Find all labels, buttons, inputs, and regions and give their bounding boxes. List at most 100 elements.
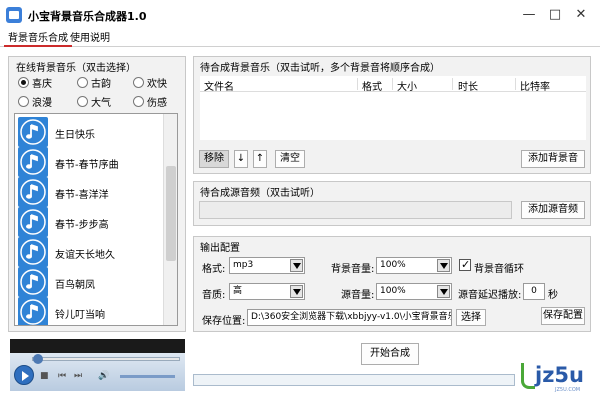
list-item[interactable]: 铃儿叮当响 xyxy=(15,294,163,325)
chevron-down-icon[interactable] xyxy=(437,285,450,298)
player-controls: ■ ⏮ ⏭ 🔊 xyxy=(10,353,185,391)
music-note-icon xyxy=(18,207,48,237)
bg-volume-value: 100% xyxy=(380,260,406,270)
quality-value: 高 xyxy=(233,286,243,296)
category-radio-guyun[interactable]: 古韵 xyxy=(77,75,111,90)
music-note-icon xyxy=(18,267,48,297)
category-radio-shanggan[interactable]: 伤感 xyxy=(133,94,167,109)
radio-circle xyxy=(77,95,88,107)
chevron-down-icon[interactable] xyxy=(437,259,450,272)
song-list-scrollbar[interactable] xyxy=(163,114,177,325)
add-source-audio-button[interactable]: 添加源音频 xyxy=(521,201,585,219)
radio-circle xyxy=(77,76,88,88)
src-volume-value: 100% xyxy=(380,286,406,296)
chevron-down-icon[interactable] xyxy=(290,259,303,272)
volume-icon[interactable]: 🔊 xyxy=(98,370,109,382)
save-config-button[interactable]: 保存配置 xyxy=(541,307,585,325)
scroll-thumb[interactable] xyxy=(166,166,176,261)
bg-music-title: 待合成背景音乐（双击试听，多个背景音将顺序合成） xyxy=(200,63,440,74)
src-volume-select[interactable]: 100% xyxy=(376,283,452,300)
progress-bar xyxy=(193,374,515,386)
col-duration: 时长 xyxy=(458,82,478,93)
window-title: 小宝背景音乐合成器1.0 xyxy=(28,10,147,23)
col-separator xyxy=(452,78,453,90)
source-audio-field[interactable] xyxy=(199,201,512,219)
bg-music-table[interactable] xyxy=(200,92,586,140)
title-bar: 小宝背景音乐合成器1.0 — □ ✕ xyxy=(0,0,600,30)
song-list[interactable]: 生日快乐 春节-春节序曲 春节-喜洋洋 春节-步步高 友谊天长地久 百鸟朝凤 铃… xyxy=(14,113,178,326)
radio-circle xyxy=(18,95,29,107)
maximize-button[interactable]: □ xyxy=(544,4,566,26)
category-radio-huankuai[interactable]: 欢快 xyxy=(133,75,167,90)
move-up-button[interactable]: ↑ xyxy=(253,150,267,168)
col-filename: 文件名 xyxy=(204,82,234,93)
radio-label: 欢快 xyxy=(147,78,167,90)
format-label: 格式: xyxy=(202,264,226,275)
src-volume-label: 源音量: xyxy=(341,290,375,301)
col-separator xyxy=(357,78,358,90)
seek-knob[interactable] xyxy=(33,354,43,364)
radio-label: 古韵 xyxy=(91,78,111,90)
chevron-down-icon[interactable] xyxy=(290,285,303,298)
format-value: mp3 xyxy=(233,260,254,270)
col-separator xyxy=(515,78,516,90)
next-icon[interactable]: ⏭ xyxy=(74,370,82,382)
category-radio-daqi[interactable]: 大气 xyxy=(77,94,111,109)
tab-bg-music-merge[interactable]: 背景音乐合成 xyxy=(4,32,72,47)
bg-volume-label: 背景音量: xyxy=(331,264,375,275)
source-audio-title: 待合成源音频（双击试听） xyxy=(200,188,320,199)
remove-button[interactable]: 移除 xyxy=(199,150,229,168)
loop-checkbox[interactable] xyxy=(459,258,471,271)
logo-subtext: JZ5U.COM xyxy=(555,387,581,393)
radio-circle xyxy=(133,95,144,107)
delay-unit: 秒 xyxy=(548,290,558,301)
music-note-icon xyxy=(18,237,48,267)
music-note-icon xyxy=(18,147,48,177)
radio-label: 喜庆 xyxy=(32,78,52,90)
tab-bar: 背景音乐合成 使用说明 xyxy=(0,30,600,47)
music-note-icon xyxy=(18,177,48,207)
song-name: 铃儿叮当响 xyxy=(55,310,105,321)
format-select[interactable]: mp3 xyxy=(229,257,305,274)
col-format: 格式 xyxy=(362,82,382,93)
volume-slider[interactable] xyxy=(120,375,175,378)
category-radio-langman[interactable]: 浪漫 xyxy=(18,94,52,109)
choose-button[interactable]: 选择 xyxy=(456,309,486,326)
add-bg-music-button[interactable]: 添加背景音 xyxy=(521,150,585,168)
quality-select[interactable]: 高 xyxy=(229,283,305,300)
site-logo: jz5u JZ5U.COM xyxy=(517,360,597,395)
save-location-field[interactable]: D:\360安全浏览器下载\xbbjyy-v1.0\小宝背景音乐 xyxy=(247,309,452,326)
col-size: 大小 xyxy=(397,82,417,93)
song-name: 春节-春节序曲 xyxy=(55,160,119,171)
close-button[interactable]: ✕ xyxy=(570,4,592,26)
seek-bar[interactable] xyxy=(32,354,180,364)
music-note-icon xyxy=(18,297,48,325)
bg-music-table-header: 文件名 格式 大小 时长 比特率 xyxy=(200,76,586,93)
save-location-label: 保存位置: xyxy=(202,316,246,327)
bg-volume-select[interactable]: 100% xyxy=(376,257,452,274)
online-music-title: 在线背景音乐（双击选择） xyxy=(16,63,136,74)
stop-icon[interactable]: ■ xyxy=(40,370,49,382)
minimize-button[interactable]: — xyxy=(518,4,540,26)
previous-icon[interactable]: ⏮ xyxy=(58,370,66,382)
leaf-icon xyxy=(521,363,535,389)
music-note-icon xyxy=(18,117,48,147)
radio-label: 伤感 xyxy=(147,97,167,109)
tab-usage[interactable]: 使用说明 xyxy=(66,32,114,47)
start-merge-button[interactable]: 开始合成 xyxy=(361,343,419,365)
delay-input[interactable]: 0 xyxy=(523,283,545,300)
song-name: 春节-步步高 xyxy=(55,220,109,231)
media-player: ■ ⏮ ⏭ 🔊 xyxy=(10,339,185,391)
song-name: 生日快乐 xyxy=(55,130,95,141)
category-radio-xiqing[interactable]: 喜庆 xyxy=(18,75,52,90)
clear-button[interactable]: 清空 xyxy=(275,150,305,168)
radio-label: 大气 xyxy=(91,97,111,109)
app-icon xyxy=(6,7,22,23)
move-down-button[interactable]: ↓ xyxy=(234,150,248,168)
song-name: 百鸟朝凤 xyxy=(55,280,95,291)
col-separator xyxy=(392,78,393,90)
logo-text: jz5u xyxy=(535,363,584,387)
loop-label: 背景音循环 xyxy=(474,264,524,275)
play-icon[interactable] xyxy=(14,365,34,385)
col-bitrate: 比特率 xyxy=(520,82,550,93)
